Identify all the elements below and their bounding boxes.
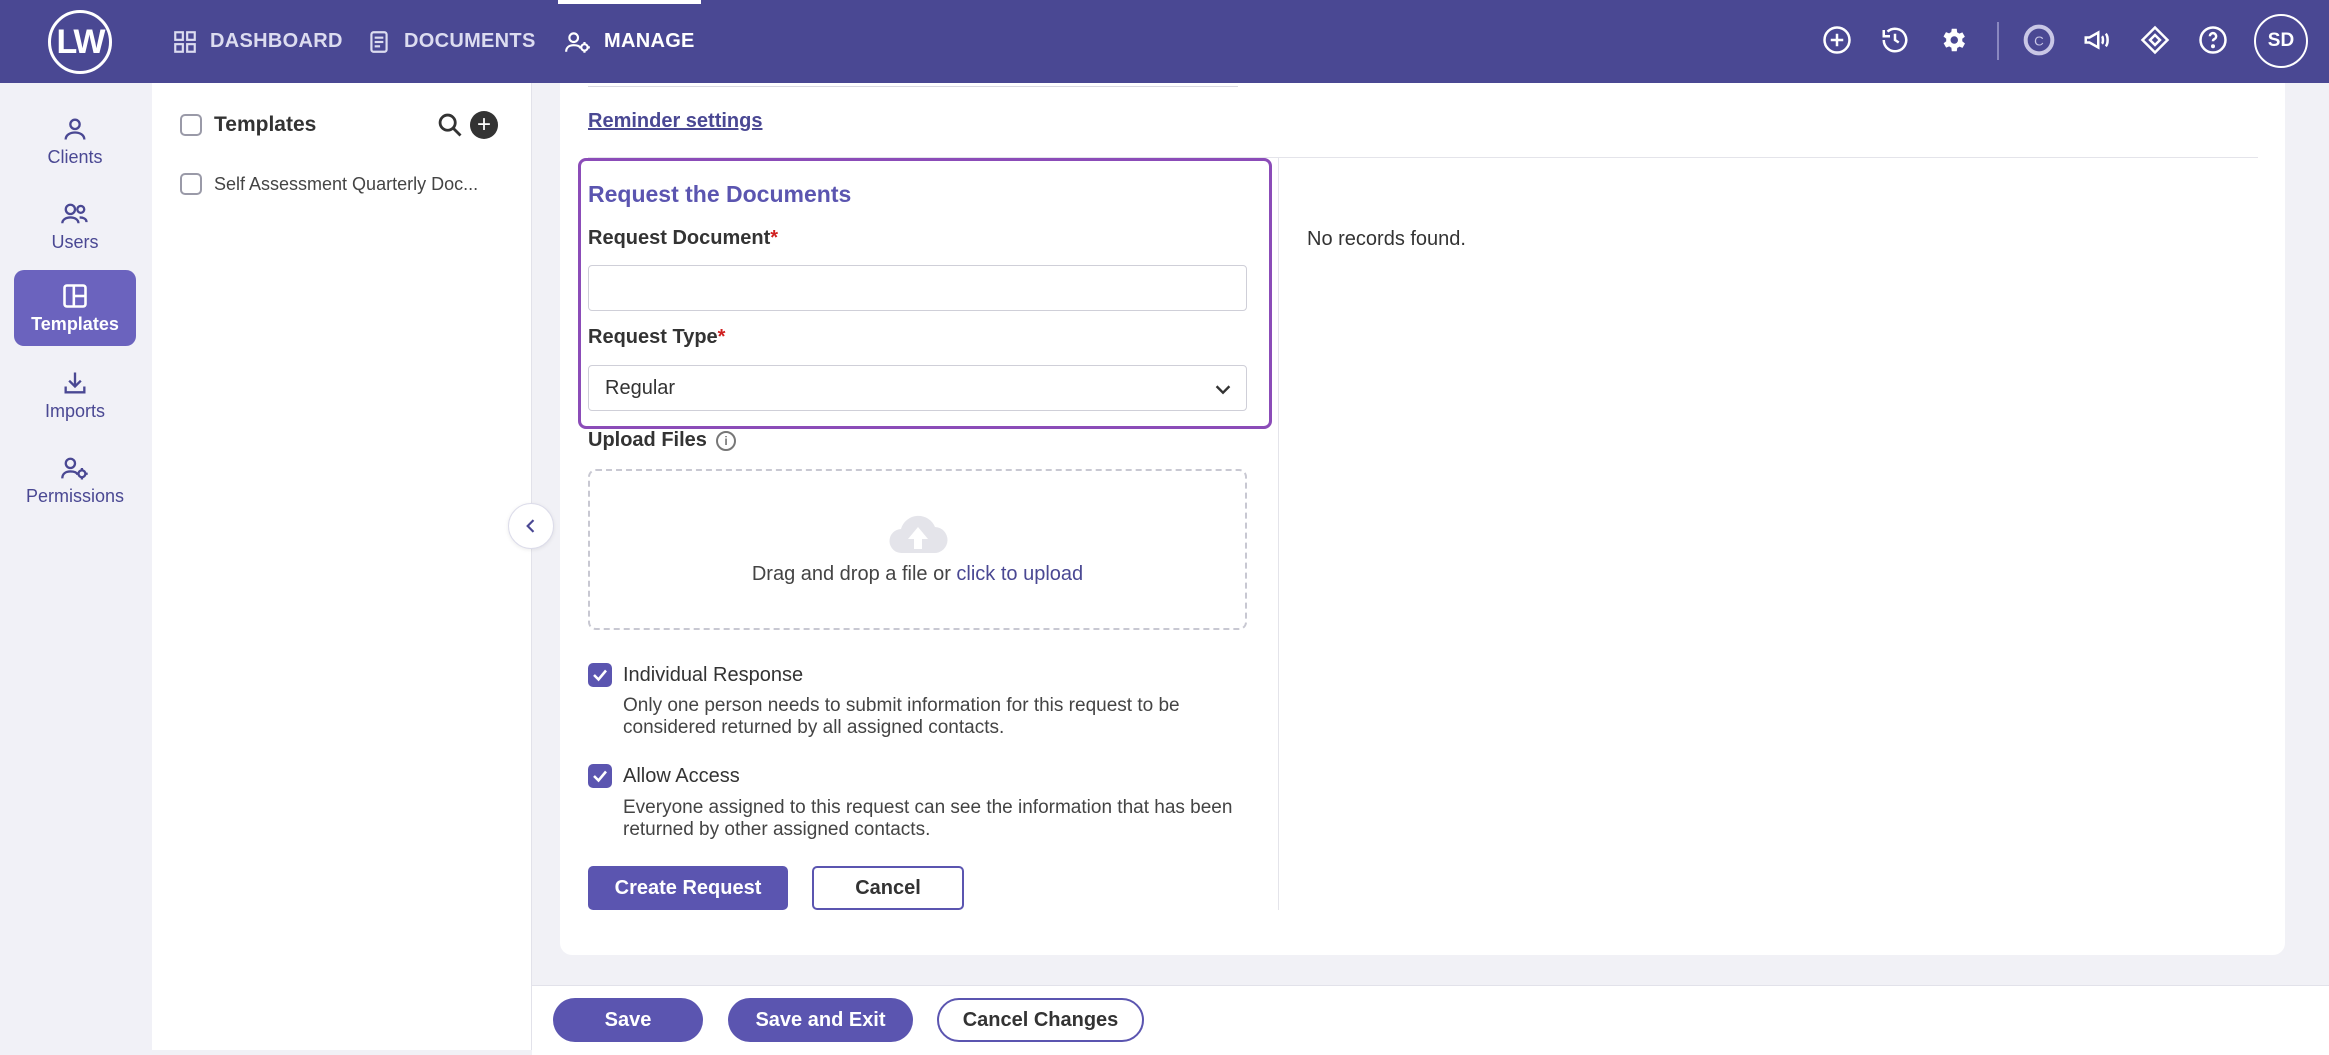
cancel-changes-button[interactable]: Cancel Changes bbox=[937, 998, 1144, 1042]
allow-access-checkbox[interactable] bbox=[588, 764, 612, 788]
cancel-button[interactable]: Cancel bbox=[812, 866, 964, 910]
help-icon bbox=[2199, 26, 2227, 54]
rail-item-imports[interactable]: Imports bbox=[14, 357, 136, 433]
help-button[interactable] bbox=[2193, 20, 2233, 60]
create-request-button[interactable]: Create Request bbox=[588, 866, 788, 910]
documents-icon bbox=[370, 30, 388, 53]
person-icon bbox=[64, 118, 86, 140]
nav-manage-label: MANAGE bbox=[604, 30, 695, 52]
upload-files-label: Upload Files bbox=[588, 429, 707, 451]
templates-title: Templates bbox=[214, 113, 317, 136]
templates-icon bbox=[63, 283, 87, 308]
collapse-panel-button[interactable] bbox=[508, 503, 554, 549]
cloud-upload-icon bbox=[888, 515, 948, 554]
rail-item-permissions[interactable]: Permissions bbox=[14, 442, 136, 518]
chevron-left-icon bbox=[526, 519, 535, 533]
rail-item-label: Clients bbox=[47, 146, 103, 167]
gear-icon bbox=[1943, 28, 1965, 52]
top-navigation-bar: LW DASHBOARD DOCUMENTS MANAGE C SD bbox=[0, 0, 2329, 83]
search-icon bbox=[438, 113, 462, 137]
info-icon[interactable]: i bbox=[716, 431, 736, 451]
templates-header: Templates bbox=[180, 113, 316, 137]
search-button[interactable] bbox=[436, 111, 464, 144]
required-mark: * bbox=[770, 227, 779, 249]
divider bbox=[588, 86, 1238, 87]
no-records-text: No records found. bbox=[1307, 228, 1466, 250]
request-type-select[interactable]: Regular bbox=[588, 365, 1247, 411]
nav-manage[interactable]: MANAGE bbox=[558, 0, 701, 83]
svg-text:C: C bbox=[2034, 33, 2044, 48]
individual-response-label: Individual Response bbox=[623, 664, 804, 686]
templates-panel: Templates + Self Assessment Quarterly Do… bbox=[152, 83, 532, 1050]
rail-item-clients[interactable]: Clients bbox=[14, 103, 136, 179]
chevron-down-icon bbox=[1215, 385, 1231, 395]
check-icon bbox=[593, 770, 607, 783]
history-icon bbox=[1882, 27, 1908, 53]
users-icon bbox=[61, 203, 88, 223]
allow-access-description: Everyone assigned to this request can se… bbox=[623, 797, 1233, 840]
brand-c-button[interactable]: C bbox=[2019, 20, 2059, 60]
allow-access-label: Allow Access bbox=[623, 765, 740, 787]
request-type-label: Request Type* bbox=[588, 326, 725, 349]
request-document-label: Request Document* bbox=[588, 227, 778, 250]
add-template-button[interactable]: + bbox=[470, 111, 498, 139]
announcements-button[interactable] bbox=[2077, 20, 2117, 60]
request-type-value: Regular bbox=[605, 376, 676, 399]
history-button[interactable] bbox=[1875, 20, 1915, 60]
add-circle-button[interactable] bbox=[1817, 20, 1857, 60]
individual-response-checkbox[interactable] bbox=[588, 663, 612, 687]
request-document-input[interactable] bbox=[588, 265, 1247, 311]
section-title: Request the Documents bbox=[588, 181, 852, 207]
toolbar-separator bbox=[1997, 22, 1999, 60]
logo[interactable]: LW bbox=[48, 10, 112, 74]
nav-dashboard-label: DASHBOARD bbox=[210, 30, 343, 52]
save-and-exit-button[interactable]: Save and Exit bbox=[728, 998, 913, 1042]
manage-users-icon bbox=[565, 31, 590, 53]
user-settings-icon bbox=[61, 457, 88, 480]
individual-response-description: Only one person needs to submit informat… bbox=[623, 695, 1180, 738]
user-avatar[interactable]: SD bbox=[2254, 14, 2308, 68]
ticket-icon bbox=[2140, 25, 2170, 55]
dashboard-icon bbox=[174, 30, 196, 53]
plus-icon: + bbox=[476, 111, 491, 138]
required-mark: * bbox=[717, 326, 726, 348]
template-checkbox[interactable] bbox=[180, 173, 202, 195]
file-dropzone[interactable]: Drag and drop a file or click to upload bbox=[588, 469, 1247, 630]
rail-item-users[interactable]: Users bbox=[14, 188, 136, 264]
column-divider bbox=[1278, 158, 1279, 910]
request-type-label-text: Request Type bbox=[588, 326, 718, 348]
rail-item-templates[interactable]: Templates bbox=[14, 270, 136, 346]
rail-item-label: Templates bbox=[31, 313, 119, 334]
nav-dashboard[interactable]: DASHBOARD bbox=[172, 0, 343, 83]
save-button[interactable]: Save bbox=[553, 998, 703, 1042]
list-item[interactable]: Self Assessment Quarterly Doc... bbox=[180, 173, 478, 195]
check-icon bbox=[593, 669, 607, 682]
left-rail: Clients Users Templates Imports Permissi… bbox=[0, 83, 152, 1055]
rail-item-label: Permissions bbox=[25, 485, 125, 506]
click-to-upload-link[interactable]: click to upload bbox=[956, 563, 1083, 585]
select-all-checkbox[interactable] bbox=[180, 114, 202, 136]
dropzone-instructions: Drag and drop a file or bbox=[751, 563, 957, 585]
plus-circle-icon bbox=[1823, 26, 1851, 54]
brand-c-icon: C bbox=[2023, 24, 2055, 56]
download-icon bbox=[64, 372, 86, 393]
reminder-settings-link[interactable]: Reminder settings bbox=[588, 110, 762, 133]
tickets-button[interactable] bbox=[2135, 20, 2175, 60]
settings-button[interactable] bbox=[1933, 20, 1973, 60]
dropzone-text: Drag and drop a file or click to upload bbox=[752, 563, 1083, 586]
nav-documents-label: DOCUMENTS bbox=[404, 30, 536, 52]
megaphone-icon bbox=[2084, 30, 2109, 50]
rail-item-label: Users bbox=[51, 231, 99, 252]
template-name: Self Assessment Quarterly Doc... bbox=[214, 173, 479, 194]
rail-item-label: Imports bbox=[44, 400, 105, 421]
request-document-label-text: Request Document bbox=[588, 227, 771, 249]
nav-documents[interactable]: DOCUMENTS bbox=[366, 0, 536, 83]
